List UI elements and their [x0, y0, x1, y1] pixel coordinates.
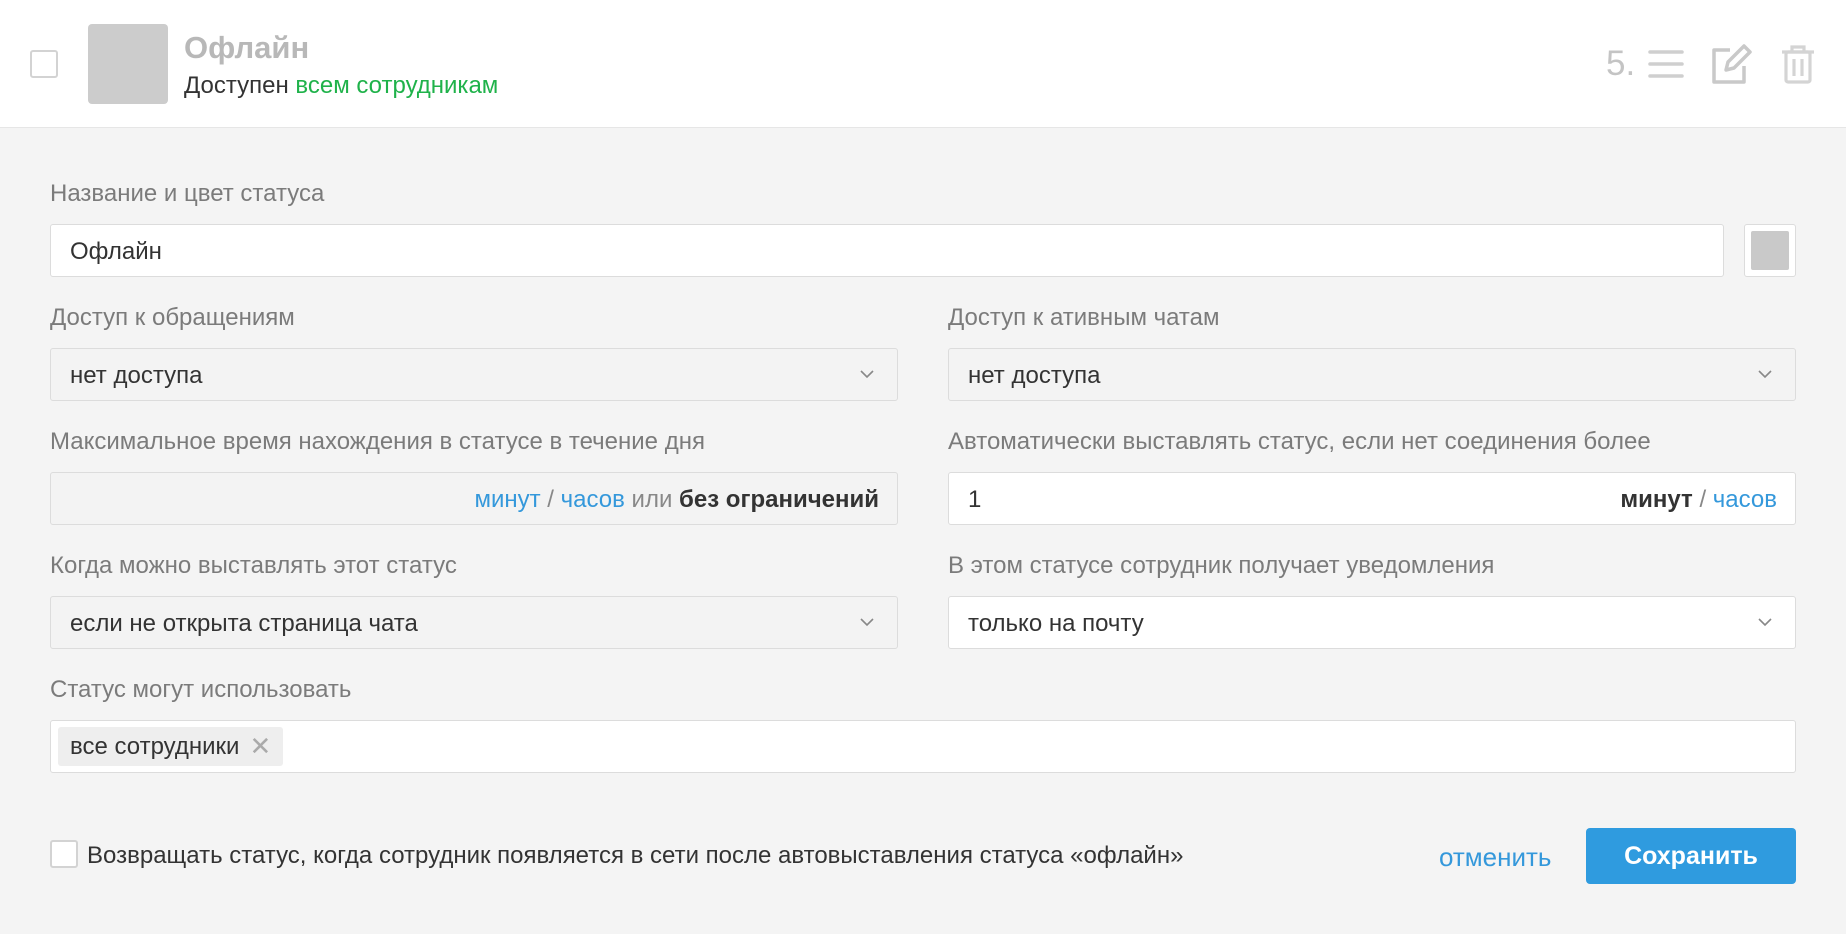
remove-tag-icon[interactable]: ✕	[249, 731, 271, 762]
status-name-input[interactable]: Офлайн	[50, 224, 1724, 277]
color-picker-button[interactable]	[1744, 224, 1796, 277]
cancel-link[interactable]: отменить	[1439, 842, 1551, 873]
status-order-number: 5.	[1606, 44, 1636, 83]
status-availability: Доступен всем сотрудникам	[184, 72, 498, 100]
when-value: если не открыта страница чата	[70, 610, 418, 637]
notify-value: только на почту	[968, 610, 1144, 637]
chevron-down-icon	[860, 370, 874, 379]
menu-icon[interactable]	[1644, 40, 1688, 88]
status-name-value: Офлайн	[70, 238, 162, 265]
chevron-down-icon	[860, 618, 874, 627]
when-label: Когда можно выставлять этот статус	[50, 552, 457, 579]
return-status-label: Возвращать статус, когда сотрудник появл…	[87, 842, 1184, 869]
max-time-label: Максимальное время нахождения в статусе …	[50, 428, 705, 455]
color-picker-swatch	[1751, 231, 1789, 270]
users-tag-input[interactable]: все сотрудники ✕	[50, 720, 1796, 773]
save-button[interactable]: Сохранить	[1586, 828, 1796, 884]
auto-status-value: 1	[968, 486, 982, 513]
status-color-swatch	[88, 24, 168, 104]
tickets-access-select[interactable]: нет доступа	[50, 348, 898, 401]
status-title: Офлайн	[184, 30, 310, 65]
auto-status-units: минут / часов	[1620, 486, 1777, 514]
max-time-units: минут / часов или без ограничений	[474, 486, 879, 514]
max-time-input[interactable]: минут / часов или без ограничений	[50, 472, 898, 525]
units-separator: /	[547, 486, 554, 513]
tickets-access-value: нет доступа	[70, 362, 203, 389]
chats-access-value: нет доступа	[968, 362, 1101, 389]
when-select[interactable]: если не открыта страница чата	[50, 596, 898, 649]
auto-status-minutes-toggle[interactable]: минут	[1620, 486, 1692, 513]
max-time-minutes-toggle[interactable]: минут	[474, 486, 540, 513]
auto-status-label: Автоматически выставлять статус, если не…	[948, 428, 1651, 455]
chats-access-label: Доступ к ативным чатам	[948, 304, 1220, 331]
notify-select[interactable]: только на почту	[948, 596, 1796, 649]
trash-icon[interactable]	[1776, 40, 1820, 88]
return-status-checkbox[interactable]	[50, 840, 78, 868]
auto-status-input[interactable]: 1 минут / часов	[948, 472, 1796, 525]
notify-label: В этом статусе сотрудник получает уведом…	[948, 552, 1495, 579]
max-time-unlimited-toggle[interactable]: без ограничений	[679, 486, 879, 513]
user-tag-label: все сотрудники	[70, 732, 240, 760]
availability-link[interactable]: всем сотрудникам	[295, 72, 498, 99]
chevron-down-icon	[1758, 618, 1772, 627]
chats-access-select[interactable]: нет доступа	[948, 348, 1796, 401]
name-color-label: Название и цвет статуса	[50, 180, 325, 207]
edit-icon[interactable]	[1708, 40, 1752, 88]
users-label: Статус могут использовать	[50, 676, 352, 703]
units-or: или	[631, 486, 673, 513]
max-time-hours-toggle[interactable]: часов	[561, 486, 625, 513]
user-tag: все сотрудники ✕	[58, 727, 284, 766]
select-status-checkbox[interactable]	[30, 50, 58, 78]
status-header: Офлайн Доступен всем сотрудникам 5.	[0, 0, 1846, 128]
tickets-access-label: Доступ к обращениям	[50, 304, 295, 331]
availability-prefix: Доступен	[184, 72, 289, 99]
chevron-down-icon	[1758, 370, 1772, 379]
auto-status-hours-toggle[interactable]: часов	[1713, 486, 1777, 513]
units-separator: /	[1699, 486, 1707, 513]
